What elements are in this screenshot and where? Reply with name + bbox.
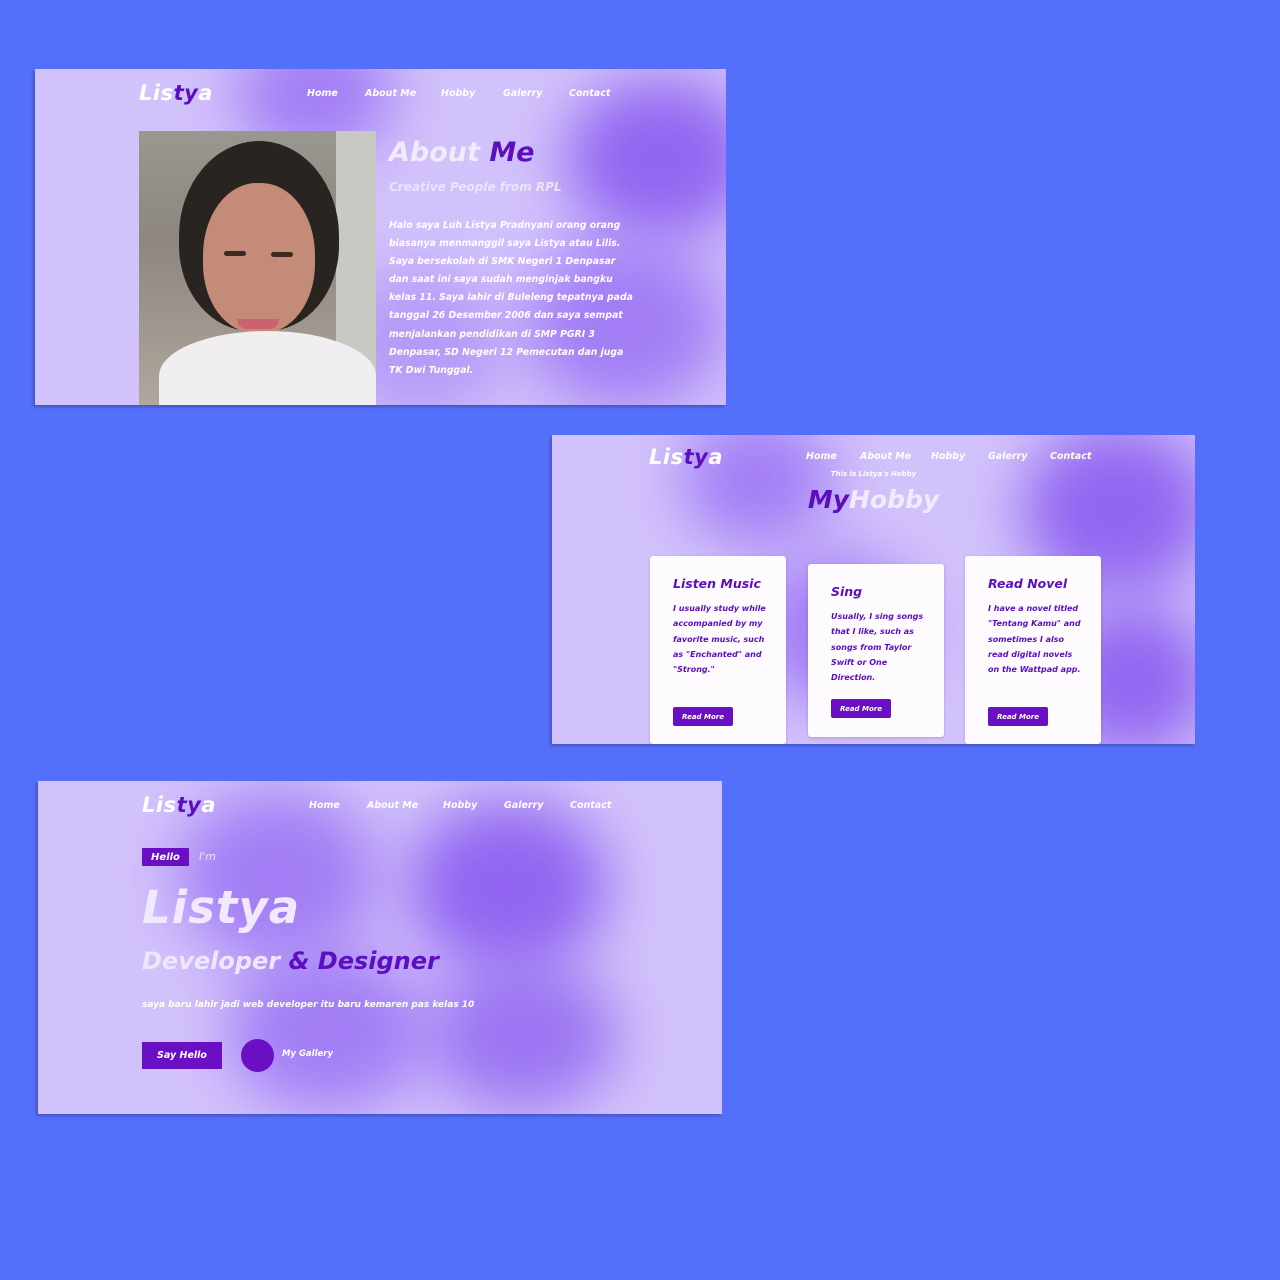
read-more-button[interactable]: Read More	[988, 707, 1048, 726]
nav-home[interactable]: Home	[309, 800, 367, 811]
hero-screenshot: Listya Home About Me Hobby Galerry Conta…	[38, 781, 722, 1114]
about-subtitle: Creative People from RPL	[389, 180, 562, 194]
hobby-card-sing: Sing Usually, I sing songs that I like, …	[808, 564, 944, 737]
hobby-kicker: This is Listya's Hobby	[830, 470, 917, 478]
nav-home[interactable]: Home	[806, 451, 860, 462]
read-more-button[interactable]: Read More	[673, 707, 733, 726]
say-hello-button[interactable]: Say Hello	[142, 1042, 222, 1069]
hero-tagline: saya baru lahir jadi web developer itu b…	[142, 1000, 475, 1010]
profile-photo	[139, 131, 376, 405]
nav-gallery[interactable]: Galerry	[503, 88, 569, 99]
hobby-card-music: Listen Music I usually study while accom…	[650, 556, 786, 744]
card-title: Read Novel	[988, 576, 1068, 591]
background-blob	[228, 951, 428, 1111]
play-circle-icon[interactable]	[241, 1039, 274, 1072]
nav-bar: Home About Me Hobby Galerry Contact	[806, 451, 1091, 462]
card-title: Listen Music	[673, 576, 761, 591]
background-blob	[408, 801, 608, 971]
read-more-button[interactable]: Read More	[831, 699, 891, 718]
hello-badge: Hello	[142, 848, 189, 866]
hobby-card-novel: Read Novel I have a novel titled "Tentan…	[965, 556, 1101, 744]
hobby-title: MyHobby	[807, 485, 940, 514]
nav-bar: Home About Me Hobby Galerry Contact	[309, 800, 611, 811]
about-body: Halo saya Luh Listya Pradnyani orang ora…	[389, 220, 633, 376]
nav-about[interactable]: About Me	[860, 451, 931, 462]
nav-bar: Home About Me Hobby Galerry Contact	[307, 88, 610, 99]
nav-gallery[interactable]: Galerry	[988, 451, 1050, 462]
hero-role: Developer & Designer	[142, 947, 439, 975]
nav-hobby[interactable]: Hobby	[443, 800, 504, 811]
nav-hobby[interactable]: Hobby	[931, 451, 988, 462]
my-hobby-screenshot: Listya Home About Me Hobby Galerry Conta…	[552, 435, 1195, 744]
card-text: I have a novel titled "Tentang Kamu" and…	[988, 604, 1081, 675]
nav-contact[interactable]: Contact	[1050, 451, 1091, 462]
card-title: Sing	[831, 584, 863, 599]
logo[interactable]: Listya	[142, 793, 216, 817]
about-me-screenshot: Listya Home About Me Hobby Galerry Conta…	[35, 69, 726, 405]
background-blob	[428, 961, 618, 1111]
my-gallery-link[interactable]: My Gallery	[282, 1049, 333, 1059]
about-title: About Me	[389, 137, 535, 168]
hero-name: Listya	[142, 881, 301, 934]
nav-about[interactable]: About Me	[367, 800, 443, 811]
nav-gallery[interactable]: Galerry	[504, 800, 570, 811]
nav-about[interactable]: About Me	[365, 88, 441, 99]
nav-contact[interactable]: Contact	[570, 800, 611, 811]
logo[interactable]: Listya	[139, 81, 213, 105]
background-blob	[565, 79, 726, 239]
nav-home[interactable]: Home	[307, 88, 365, 99]
card-text: Usually, I sing songs that I like, such …	[831, 612, 924, 683]
nav-hobby[interactable]: Hobby	[441, 88, 503, 99]
card-text: I usually study while accompanied by my …	[673, 604, 766, 675]
logo[interactable]: Listya	[649, 445, 723, 469]
nav-contact[interactable]: Contact	[569, 88, 610, 99]
im-label: I'm	[199, 850, 216, 863]
